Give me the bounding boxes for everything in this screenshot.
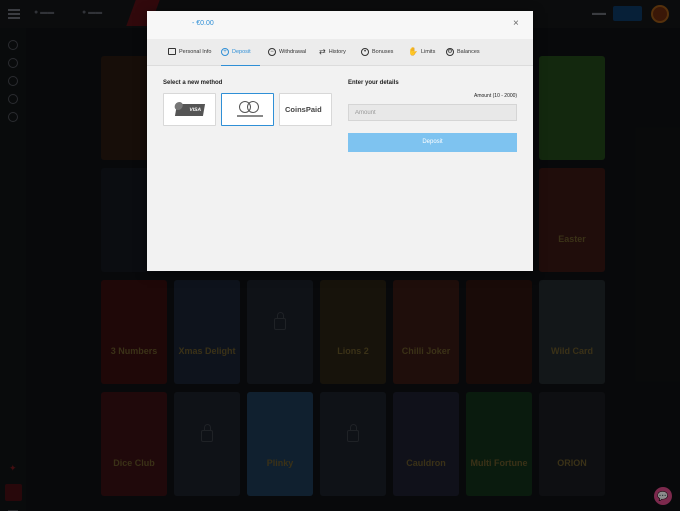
tab-label: History [328, 49, 346, 55]
tab-limits[interactable]: ✋ Limits [408, 39, 435, 66]
tab-label: Deposit [232, 49, 251, 55]
deposit-button[interactable]: Deposit [348, 133, 517, 152]
visa-logo: VISA [174, 104, 206, 116]
amount-input[interactable] [348, 104, 517, 121]
minus-circle-icon: − [268, 47, 276, 56]
tab-label: Balances [457, 49, 480, 55]
method-coinspaid[interactable]: CoinsPaid [279, 93, 332, 126]
target-icon: • [361, 47, 369, 56]
account-tabs: Personal Info + Deposit − Withdrawal ⇄ Hist… [147, 39, 533, 66]
tab-label: Limits [420, 49, 436, 55]
tab-personal-info[interactable]: Personal Info [168, 39, 211, 66]
tab-deposit[interactable]: + Deposit [221, 39, 260, 66]
wallet-balance: - €0.00 [192, 20, 214, 27]
tab-balances[interactable]: ⚙ Balances [446, 39, 480, 66]
id-card-icon [168, 48, 176, 56]
coinspaid-logo: CoinsPaid [285, 105, 322, 114]
arrows-icon: ⇄ [319, 46, 326, 56]
close-icon[interactable]: × [513, 18, 519, 29]
tab-label: Bonuses [372, 49, 394, 55]
method-mastercard[interactable] [221, 93, 274, 126]
tab-withdrawal[interactable]: − Withdrawal [268, 39, 306, 66]
modal-header: - €0.00 × [147, 11, 533, 39]
plus-circle-icon: + [221, 47, 229, 56]
method-visa[interactable]: VISA [163, 93, 216, 126]
select-method-title: Select a new method [163, 80, 223, 86]
tab-label: Personal Info [179, 49, 212, 55]
tab-label: Withdrawal [279, 49, 307, 55]
hand-icon: ✋ [408, 46, 418, 56]
deposit-modal: - €0.00 × Personal Info + Deposit − Withdr… [147, 11, 533, 271]
details-title: Enter your details [348, 80, 399, 86]
gear-icon: ⚙ [446, 47, 454, 56]
tab-bonuses[interactable]: • Bonuses [361, 39, 393, 66]
amount-range-label: Amount (10 - 2000) [474, 93, 518, 99]
mastercard-logo [237, 101, 263, 117]
tab-history[interactable]: ⇄ History [319, 39, 346, 66]
